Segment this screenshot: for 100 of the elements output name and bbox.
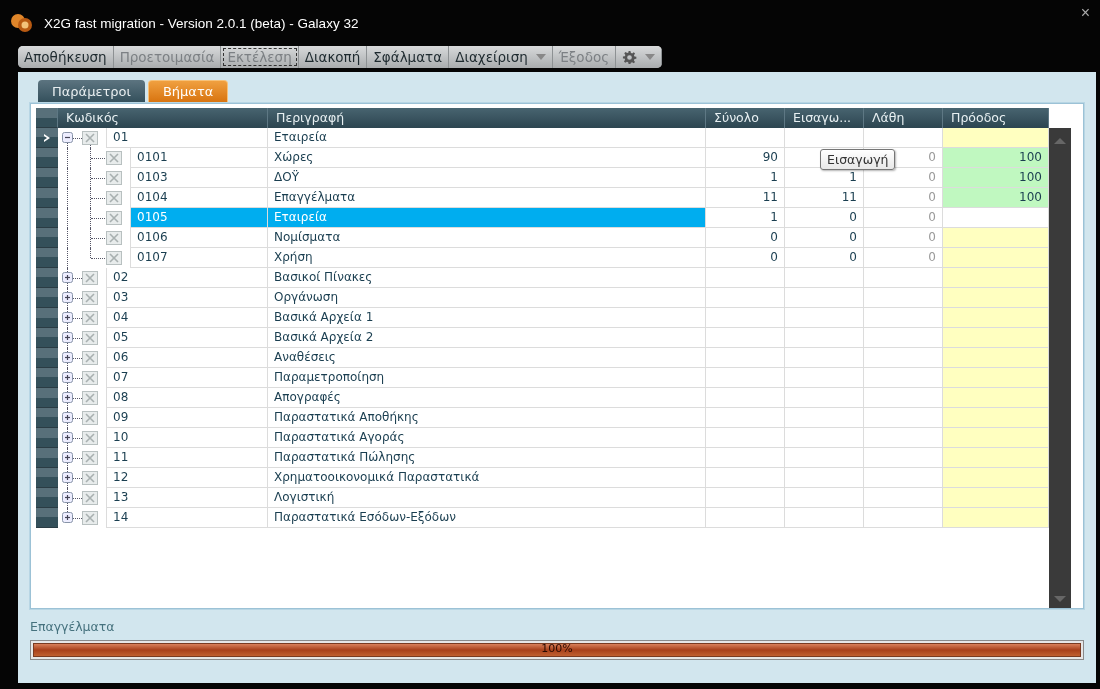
column-header[interactable]: Σύνολο: [706, 108, 785, 128]
x-box-icon[interactable]: [82, 351, 98, 365]
total-cell: 0: [706, 248, 785, 268]
imported-cell: 0: [785, 248, 864, 268]
description-cell: Παραστατικά Εσόδων-Εξόδων: [268, 508, 706, 528]
code-cell: 12: [106, 468, 268, 488]
progress-reading: 100%: [541, 642, 573, 655]
collapse-icon[interactable]: [62, 132, 73, 143]
description-cell: ΔΟΫ: [268, 168, 706, 188]
x-box-icon[interactable]: [82, 511, 98, 525]
expand-icon[interactable]: [62, 492, 73, 503]
x-box-icon[interactable]: [82, 431, 98, 445]
expand-icon[interactable]: [62, 312, 73, 323]
description-cell: Βασικά Αρχεία 2: [268, 328, 706, 348]
code-cell: 13: [106, 488, 268, 508]
total-cell: 1: [706, 208, 785, 228]
column-header[interactable]: Λάθη: [864, 108, 943, 128]
description-cell: Λογιστική: [268, 488, 706, 508]
code-cell: 0106: [130, 228, 268, 248]
description-cell: Οργάνωση: [268, 288, 706, 308]
x-box-icon[interactable]: [106, 211, 122, 225]
x-box-icon[interactable]: [82, 131, 98, 145]
expand-icon[interactable]: [62, 272, 73, 283]
toolbar-button[interactable]: Αποθήκευση: [18, 46, 114, 68]
description-cell: Βασικά Αρχεία 1: [268, 308, 706, 328]
x-box-icon[interactable]: [106, 231, 122, 245]
expand-icon[interactable]: [62, 452, 73, 463]
column-header[interactable]: Περιγραφή: [268, 108, 706, 128]
description-cell: Παραστατικά Πώλησης: [268, 448, 706, 468]
column-header[interactable]: Εισαγω...: [785, 108, 864, 128]
row-indicator[interactable]: [36, 128, 58, 148]
imported-cell: 0: [785, 208, 864, 228]
code-cell: 11: [106, 448, 268, 468]
description-cell: Χρηματοοικονομικά Παραστατικά: [268, 468, 706, 488]
column-header[interactable]: Κωδικός: [58, 108, 268, 128]
code-cell: 10: [106, 428, 268, 448]
scrollbar[interactable]: [1049, 128, 1071, 608]
scroll-down-icon[interactable]: [1054, 596, 1066, 602]
expand-icon[interactable]: [62, 392, 73, 403]
x-box-icon[interactable]: [82, 331, 98, 345]
x-box-icon[interactable]: [82, 491, 98, 505]
x-box-icon[interactable]: [106, 171, 122, 185]
total-cell: 90: [706, 148, 785, 168]
code-cell: 0103: [130, 168, 268, 188]
progress-cell: 100: [943, 188, 1049, 208]
description-cell: Παραστατικά Αγοράς: [268, 428, 706, 448]
expand-icon[interactable]: [62, 472, 73, 483]
x-box-icon[interactable]: [82, 391, 98, 405]
progress-cell: 100: [943, 148, 1049, 168]
scroll-up-icon[interactable]: [1054, 138, 1066, 144]
description-cell: Παραμετροποίηση: [268, 368, 706, 388]
code-cell: 06: [106, 348, 268, 368]
code-cell: 14: [106, 508, 268, 528]
caret-icon: [535, 54, 546, 60]
expand-icon[interactable]: [62, 412, 73, 423]
app-logo-icon: [10, 13, 34, 33]
settings-button[interactable]: [616, 46, 663, 68]
description-cell: Χρήση: [268, 248, 706, 268]
x-box-icon[interactable]: [82, 411, 98, 425]
x-box-icon[interactable]: [82, 451, 98, 465]
description-cell: Βασικοί Πίνακες: [268, 268, 706, 288]
total-cell: 11: [706, 188, 785, 208]
expand-icon[interactable]: [62, 292, 73, 303]
x-box-icon[interactable]: [82, 271, 98, 285]
expand-icon[interactable]: [62, 432, 73, 443]
imported-cell: 0: [785, 228, 864, 248]
x-box-icon[interactable]: [82, 471, 98, 485]
total-cell: 0: [706, 228, 785, 248]
caret-icon: [645, 54, 656, 60]
code-cell: 04: [106, 308, 268, 328]
expand-icon[interactable]: [62, 512, 73, 523]
expand-icon[interactable]: [62, 332, 73, 343]
header-corner: [36, 108, 58, 128]
expand-icon[interactable]: [62, 372, 73, 383]
code-cell: 0101: [130, 148, 268, 168]
progress-cell: 100: [943, 168, 1049, 188]
total-cell: 1: [706, 168, 785, 188]
toolbar-button[interactable]: Διαχείριση: [449, 46, 553, 68]
description-cell: Νομίσματα: [268, 228, 706, 248]
expand-icon[interactable]: [62, 352, 73, 363]
code-cell: 02: [106, 268, 268, 288]
code-cell: 01: [106, 128, 268, 148]
code-cell: 03: [106, 288, 268, 308]
x-box-icon[interactable]: [82, 311, 98, 325]
current-row-icon: [44, 133, 50, 142]
toolbar-button[interactable]: Διακοπή: [298, 46, 368, 68]
tooltip: Εισαγωγή: [820, 149, 896, 170]
x-box-icon[interactable]: [82, 291, 98, 305]
description-cell: Απογραφές: [268, 388, 706, 408]
description-cell: Αναθέσεις: [268, 348, 706, 368]
x-box-icon[interactable]: [106, 191, 122, 205]
x-box-icon[interactable]: [106, 151, 122, 165]
code-cell: 0107: [130, 248, 268, 268]
toolbar-button[interactable]: Σφάλματα: [367, 46, 450, 68]
code-cell: 09: [106, 408, 268, 428]
tab[interactable]: Παράμετροι: [38, 80, 145, 102]
close-button[interactable]: ×: [1076, 4, 1094, 22]
x-box-icon[interactable]: [106, 251, 122, 265]
x-box-icon[interactable]: [82, 371, 98, 385]
description-cell: Εταιρεία: [268, 128, 706, 148]
